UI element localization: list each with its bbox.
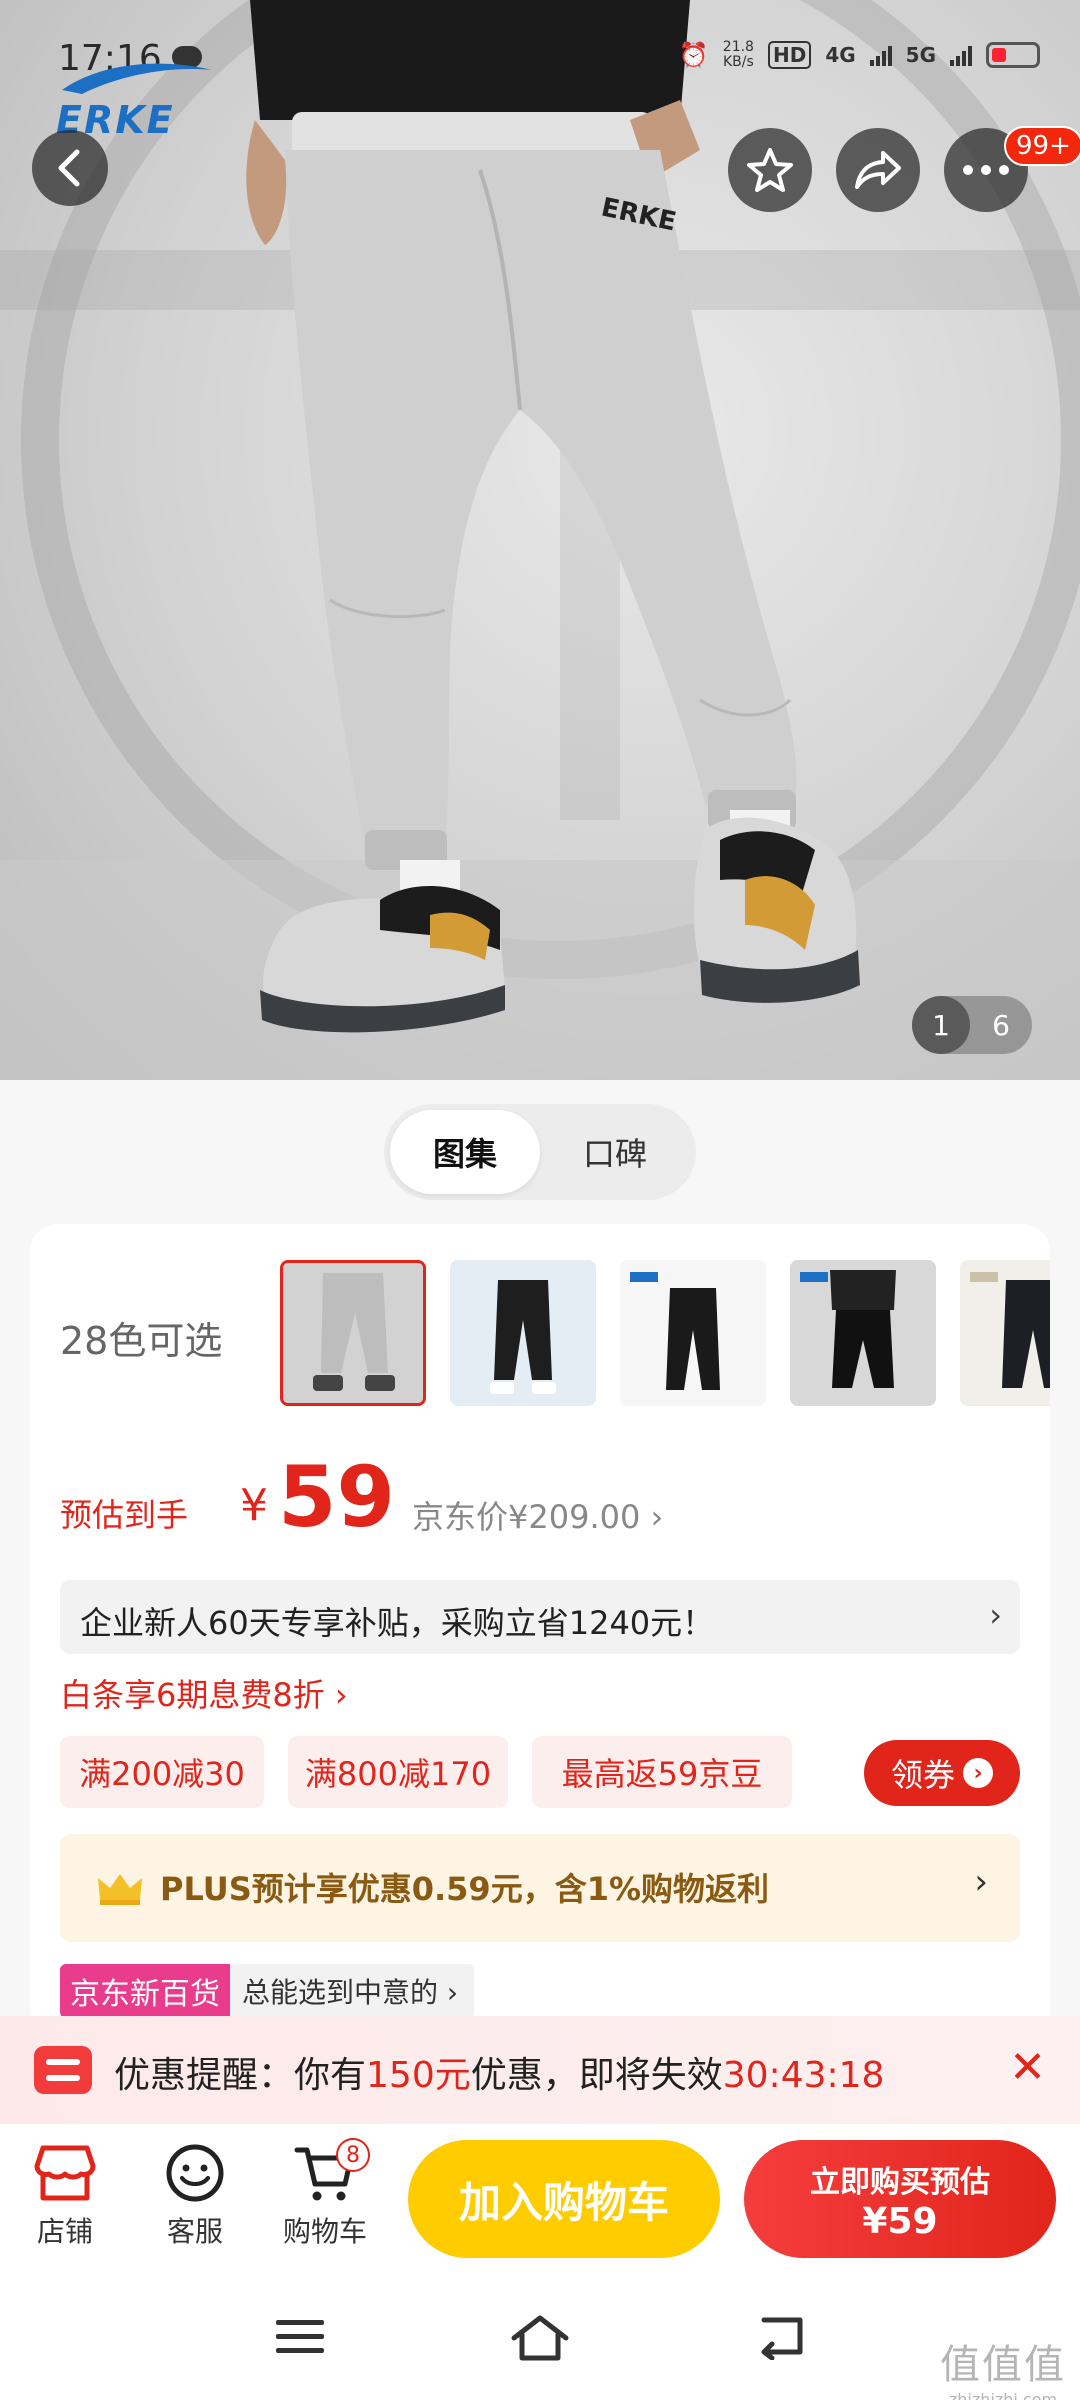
jd-new-department-store[interactable]: 京东新百货 总能选到中意的 ›	[60, 1964, 475, 2018]
color-options-label: 28色可选	[60, 1319, 223, 1363]
jd-new-tag: 京东新百货	[60, 1964, 230, 2018]
tab-gallery[interactable]: 图集	[390, 1110, 540, 1194]
enterprise-subsidy-text: 企业新人60天专享补贴，采购立省1240元！	[80, 1604, 715, 1642]
net-speed: 21.8 KB/s	[723, 40, 754, 70]
menu-icon[interactable]	[272, 2312, 328, 2360]
customer-service-button[interactable]: 客服	[140, 2142, 250, 2262]
reminder-prefix: 优惠提醒：你有	[114, 2055, 367, 2096]
gallery-total-pages: 6	[992, 1008, 1010, 1042]
favorite-button[interactable]	[728, 128, 812, 212]
plus-benefit-text: PLUS预计享优惠0.59元，含1%购物返利	[160, 1870, 770, 1908]
cart-label: 购物车	[282, 2215, 367, 2248]
color-thumbnails	[280, 1260, 1050, 1410]
brand-swoosh-icon	[62, 63, 212, 94]
hd-badge: HD	[767, 41, 812, 69]
reminder-countdown: 30:43:18	[722, 2055, 885, 2096]
claim-coupon-label: 领券	[890, 1756, 955, 1794]
estimated-price-label: 预估到手	[60, 1496, 189, 1534]
reminder-amount: 150元	[366, 2055, 471, 2096]
battery-icon	[986, 42, 1040, 68]
chevron-right-icon: ›	[963, 1758, 993, 1788]
store-label: 店铺	[36, 2215, 93, 2248]
net-speed-value: 21.8	[722, 39, 754, 55]
color-thumb-black-model[interactable]	[450, 1260, 596, 1406]
watermark-logo: 值值值	[940, 2342, 1066, 2388]
alarm-icon: ⏰	[678, 41, 709, 69]
enterprise-subsidy-banner[interactable]: 企业新人60天专享补贴，采购立省1240元！ ›	[60, 1580, 1020, 1654]
customer-service-label: 客服	[166, 2215, 223, 2248]
net-speed-unit: KB/s	[722, 54, 754, 70]
cart-button[interactable]: 8 购物车	[270, 2138, 380, 2262]
gallery-pager: 1 6	[912, 996, 1032, 1054]
color-thumb-black-cargo[interactable]	[960, 1260, 1050, 1406]
tab-reviews[interactable]: 口碑	[540, 1110, 690, 1194]
chevron-left-icon	[58, 149, 80, 187]
price-row: 预估到手 ¥ 59 京东价¥209.00 ›	[60, 1448, 1020, 1546]
estimated-price-value: 59	[278, 1448, 395, 1546]
claim-coupon-button[interactable]: 领券 ›	[864, 1740, 1020, 1806]
network-4g-label: 4G	[825, 43, 856, 67]
bottom-action-bar: 店铺 客服 8 购物车 加入购物车 立即购买预估 ¥59	[0, 2124, 1080, 2272]
price-currency: ¥	[240, 1480, 268, 1531]
message-count-badge: 99+	[1004, 126, 1080, 166]
share-icon	[855, 151, 901, 189]
chevron-right-icon: ›	[974, 1862, 988, 1902]
system-navigation-bar: 值值值 zhizhizhi.com	[0, 2272, 1080, 2400]
status-icons: ⏰ 21.8 KB/s HD 4G 5G	[679, 40, 1040, 70]
jd-price-link[interactable]: 京东价¥209.00 ›	[412, 1492, 663, 1538]
reminder-text: 优惠提醒：你有150元优惠，即将失效30:43:18	[114, 2046, 884, 2098]
signal-4g-icon	[869, 44, 892, 66]
store-button[interactable]: 店铺	[10, 2142, 120, 2262]
share-button[interactable]	[836, 128, 920, 212]
back-button[interactable]	[32, 130, 108, 206]
coupon-chip[interactable]: 最高返59京豆	[532, 1736, 792, 1808]
crown-icon	[98, 1874, 142, 1905]
watermark: 值值值 zhizhizhi.com	[940, 2332, 1066, 2400]
media-segment-control: 图集 口碑	[384, 1104, 696, 1200]
add-to-cart-button[interactable]: 加入购物车	[408, 2140, 720, 2258]
baitiao-installment-link[interactable]: 白条享6期息费8折 ›	[60, 1670, 348, 1716]
reminder-middle: 优惠，即将失效	[470, 2055, 723, 2096]
more-dots-icon	[963, 165, 1009, 175]
coupon-row: 满200减30 满800减170 最高返59京豆 领券 ›	[60, 1736, 1020, 1808]
buy-now-label: 立即购买预估	[810, 2164, 990, 2200]
coupon-chip[interactable]: 满200减30	[60, 1736, 264, 1808]
watermark-url: zhizhizhi.com	[948, 2390, 1058, 2400]
home-icon[interactable]	[508, 2312, 572, 2364]
brand-logo: ERKE	[52, 52, 222, 142]
plus-membership-banner[interactable]: PLUS预计享优惠0.59元，含1%购物返利 ›	[60, 1834, 1020, 1942]
back-nav-icon[interactable]	[754, 2312, 810, 2360]
color-thumb-black-jacket[interactable]	[790, 1260, 936, 1406]
buy-now-price: ¥59	[862, 2200, 938, 2242]
color-thumb-black-flat[interactable]	[620, 1260, 766, 1406]
customer-service-icon	[166, 2144, 224, 2202]
coupon-ticket-icon	[34, 2046, 92, 2094]
product-card: 28色可选 预估到手 ¥ 59 京东价¥209.00 › 企业新人60天专享补贴…	[30, 1224, 1050, 2124]
buy-now-button[interactable]: 立即购买预估 ¥59	[744, 2140, 1056, 2258]
product-hero-image[interactable]: ERKE 17:16 ⏰ 21.8 KB/s HD 4G 5G ERKE 99+…	[0, 0, 1080, 1080]
discount-reminder-bar[interactable]: 优惠提醒：你有150元优惠，即将失效30:43:18 ✕	[0, 2016, 1080, 2124]
close-icon[interactable]: ✕	[1009, 2044, 1046, 2092]
cart-count-badge: 8	[336, 2138, 370, 2172]
coupon-chip[interactable]: 满800减170	[288, 1736, 508, 1808]
gallery-current-page: 1	[912, 996, 970, 1054]
signal-5g-icon	[950, 44, 972, 66]
network-5g-label: 5G	[905, 43, 936, 67]
jd-new-text: 总能选到中意的 ›	[242, 1976, 459, 2009]
chevron-right-icon: ›	[989, 1596, 1002, 1634]
star-icon	[747, 148, 793, 192]
store-icon	[34, 2145, 96, 2201]
color-thumb-grey[interactable]	[280, 1260, 426, 1406]
